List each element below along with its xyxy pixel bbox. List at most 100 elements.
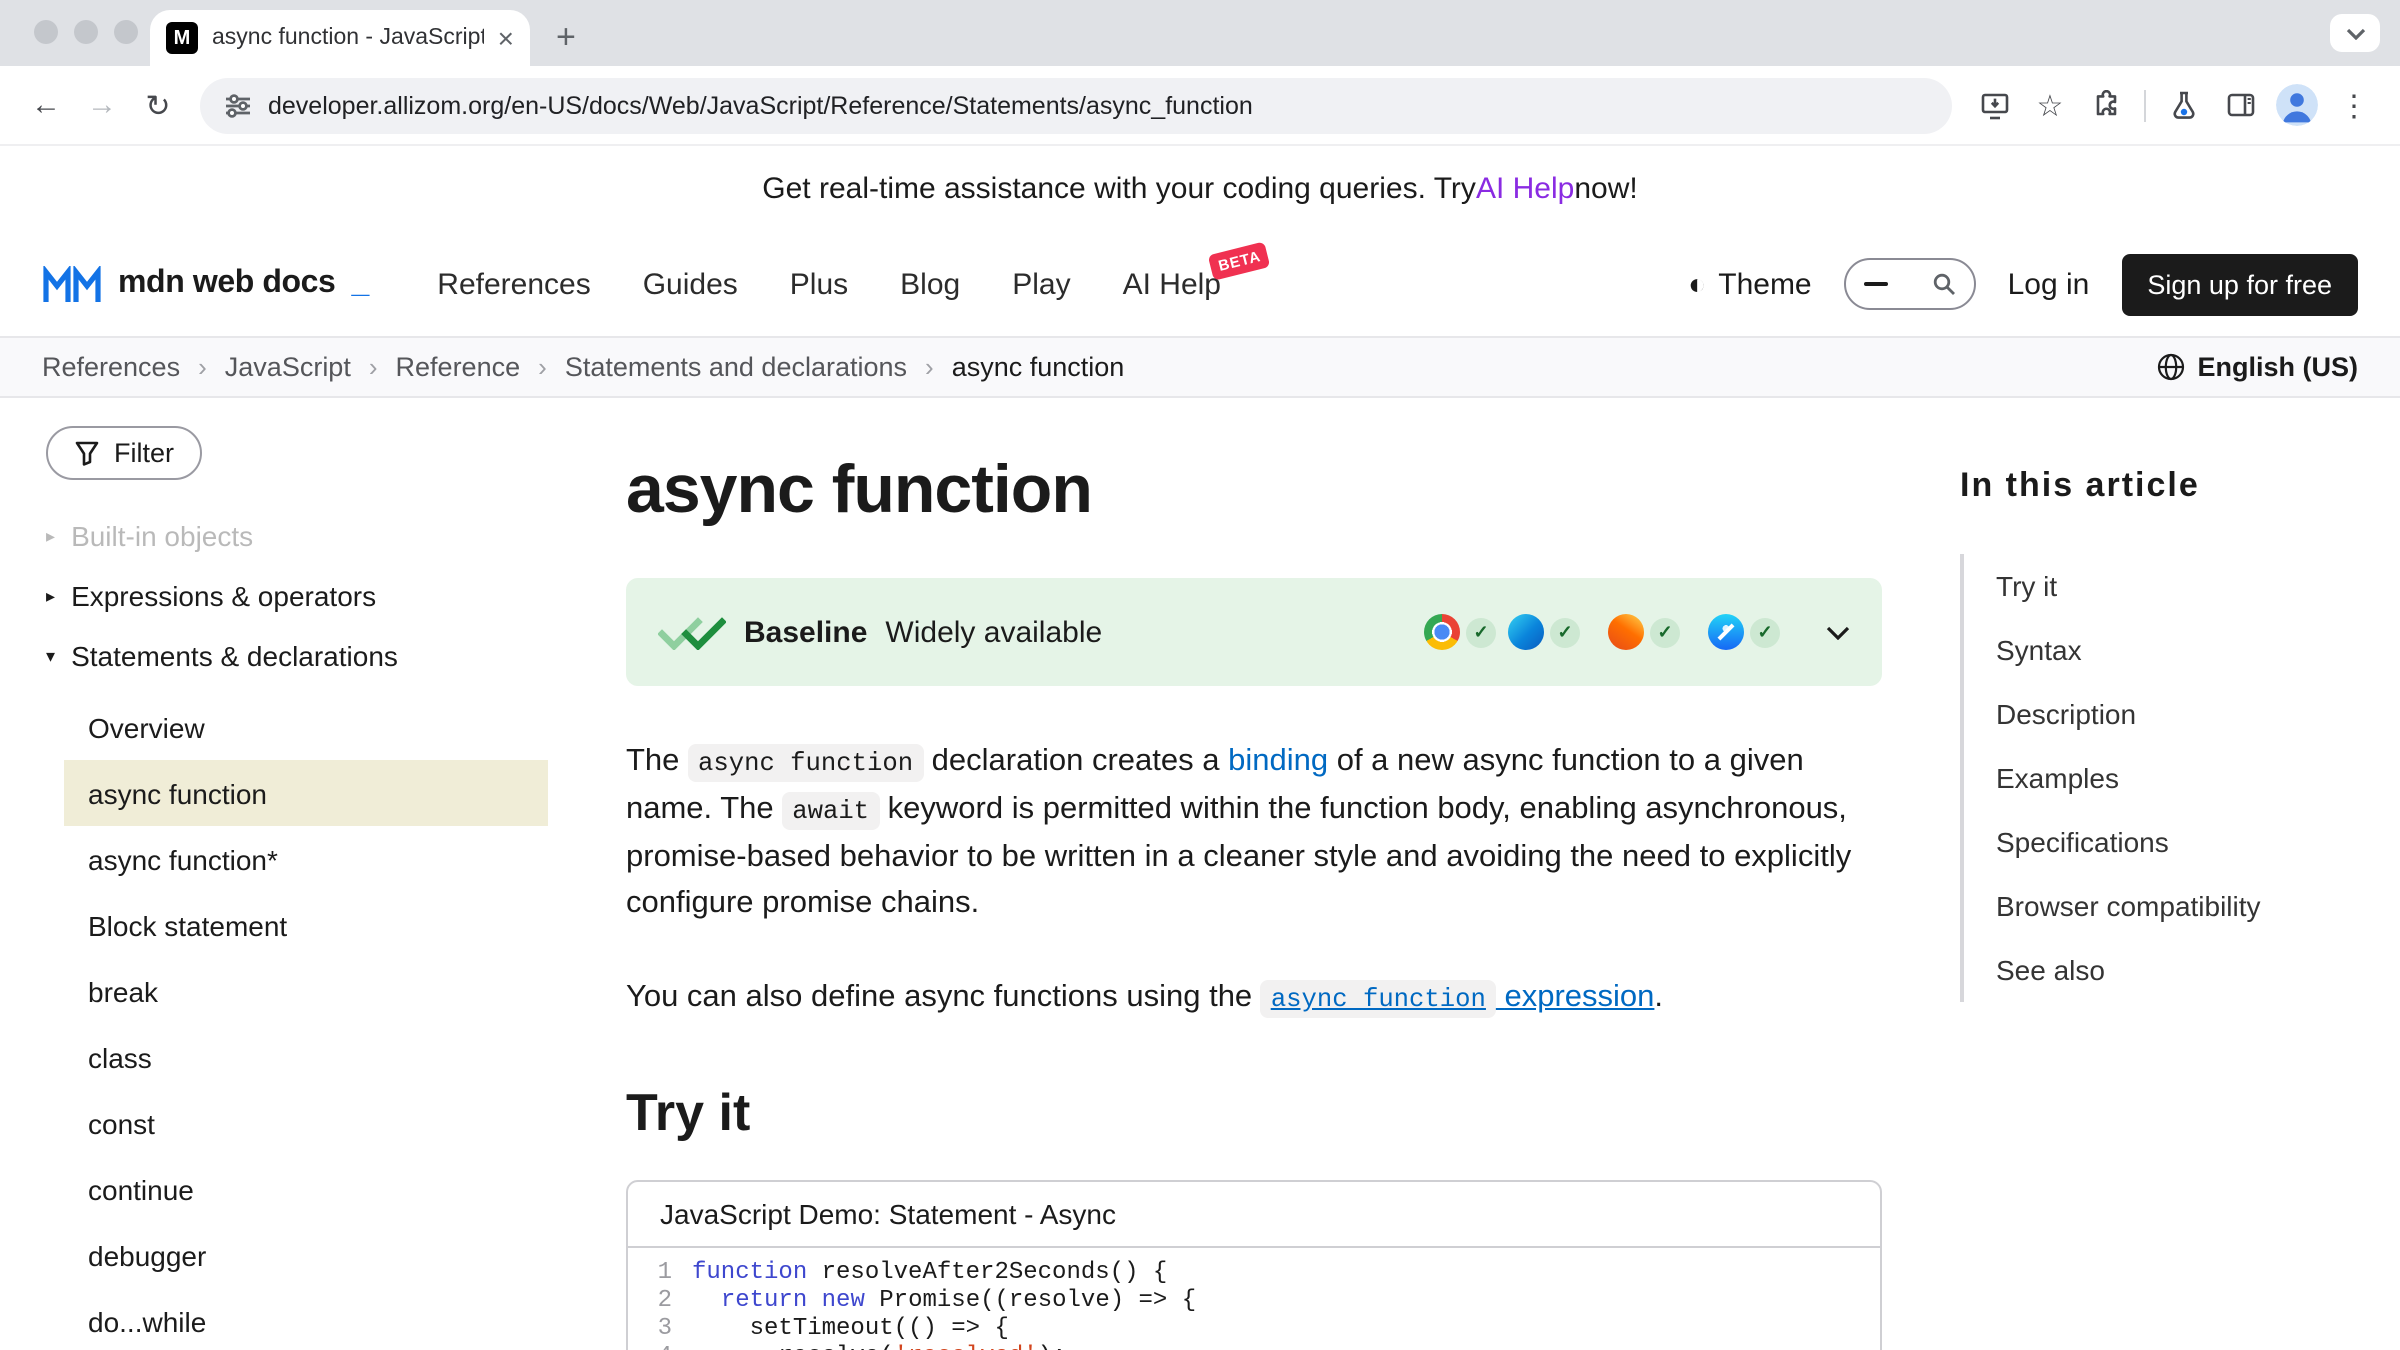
breadcrumb-current-page: async function bbox=[952, 352, 1125, 382]
paragraph-text: You can also define async functions usin… bbox=[626, 980, 1261, 1014]
paragraph-text: The bbox=[626, 744, 688, 778]
baseline-banner[interactable]: Baseline Widely available ✓ ✓ ✓ ✓ bbox=[626, 578, 1882, 686]
zoom-window-button[interactable] bbox=[114, 20, 138, 44]
promo-banner: Get real-time assistance with your codin… bbox=[0, 146, 2400, 232]
window-controls bbox=[34, 20, 138, 44]
support-check-icon: ✓ bbox=[1650, 617, 1680, 647]
chrome-labs-button[interactable] bbox=[2158, 79, 2210, 131]
firefox-icon bbox=[1608, 614, 1644, 650]
sidebar-item-do-while[interactable]: do...while bbox=[64, 1288, 548, 1350]
toc-item-see-also[interactable]: See also bbox=[1996, 954, 2105, 986]
nav-plus[interactable]: Plus bbox=[790, 267, 848, 301]
reload-button[interactable]: ↻ bbox=[132, 79, 184, 131]
filter-funnel-icon bbox=[74, 440, 100, 466]
back-button[interactable]: ← bbox=[20, 79, 72, 131]
async-function-expression-link[interactable]: async function expression bbox=[1261, 980, 1655, 1014]
sidebar-item-class[interactable]: class bbox=[64, 1024, 548, 1090]
breadcrumb-separator-icon: › bbox=[925, 352, 934, 382]
language-switcher[interactable]: English (US) bbox=[2156, 352, 2359, 382]
line-number: 1 bbox=[628, 1258, 692, 1286]
breadcrumb-javascript[interactable]: JavaScript bbox=[225, 352, 351, 382]
inline-code: async function bbox=[1261, 980, 1496, 1018]
site-info-icon[interactable] bbox=[224, 91, 252, 119]
toc-item-specifications[interactable]: Specifications bbox=[1996, 826, 2169, 858]
nav-blog[interactable]: Blog bbox=[900, 267, 960, 301]
edge-icon bbox=[1508, 614, 1544, 650]
close-window-button[interactable] bbox=[34, 20, 58, 44]
minimize-window-button[interactable] bbox=[74, 20, 98, 44]
safari-icon bbox=[1708, 614, 1744, 650]
code-editor[interactable]: 1 function resolveAfter2Seconds() { 2 re… bbox=[628, 1248, 1880, 1350]
flask-icon bbox=[2170, 90, 2198, 120]
expanded-triangle-icon: ▾ bbox=[46, 647, 55, 665]
breadcrumb-statements[interactable]: Statements and declarations bbox=[565, 352, 907, 382]
filter-button[interactable]: Filter bbox=[46, 426, 202, 480]
mdn-logo-text: mdn web docs bbox=[118, 266, 335, 302]
sidebar-item-break[interactable]: break bbox=[64, 958, 548, 1024]
sidebar-item-debugger[interactable]: debugger bbox=[64, 1222, 548, 1288]
person-icon bbox=[2276, 84, 2318, 126]
tab-search-button[interactable] bbox=[2330, 14, 2380, 52]
sidebar: Filter ▸ Built-in objects ▸ Expressions … bbox=[42, 398, 548, 1350]
beta-badge: BETA bbox=[1208, 240, 1271, 279]
support-check-icon: ✓ bbox=[1750, 617, 1780, 647]
mdn-logo[interactable]: mdn web docs_ bbox=[42, 265, 369, 303]
side-panel-button[interactable] bbox=[2214, 79, 2266, 131]
address-bar[interactable]: developer.allizom.org/en-US/docs/Web/Jav… bbox=[200, 77, 1952, 133]
extensions-button[interactable] bbox=[2080, 79, 2132, 131]
browser-support-icons: ✓ ✓ ✓ ✓ bbox=[1424, 614, 1780, 650]
support-check-icon: ✓ bbox=[1550, 617, 1580, 647]
sidebar-tree: ▸ Built-in objects ▸ Expressions & opera… bbox=[42, 506, 548, 1350]
toc-item-browser-compatibility[interactable]: Browser compatibility bbox=[1996, 890, 2261, 922]
sidebar-item-overview[interactable]: Overview bbox=[64, 694, 548, 760]
sidebar-section-expressions-operators[interactable]: ▸ Expressions & operators bbox=[42, 566, 548, 626]
install-site-button[interactable] bbox=[1968, 79, 2020, 131]
site-header: mdn web docs_ References Guides Plus Blo… bbox=[0, 232, 2400, 336]
promo-text-before: Get real-time assistance with your codin… bbox=[762, 172, 1476, 206]
ai-help-promo-link[interactable]: AI Help bbox=[1476, 172, 1574, 206]
bookmark-star-button[interactable]: ☆ bbox=[2024, 79, 2076, 131]
toc-item-try-it[interactable]: Try it bbox=[1996, 570, 2057, 602]
breadcrumb-reference[interactable]: Reference bbox=[396, 352, 521, 382]
new-tab-button[interactable]: + bbox=[556, 20, 576, 54]
theme-icon: ◐ bbox=[1688, 269, 1706, 299]
code-line: 3 setTimeout(() => { bbox=[628, 1314, 1880, 1342]
nav-play[interactable]: Play bbox=[1012, 267, 1070, 301]
toc-item-examples[interactable]: Examples bbox=[1996, 762, 2119, 794]
forward-button[interactable]: → bbox=[76, 79, 128, 131]
signup-button[interactable]: Sign up for free bbox=[2121, 253, 2358, 315]
breadcrumb-separator-icon: › bbox=[369, 352, 378, 382]
globe-icon bbox=[2156, 352, 2186, 382]
theme-button[interactable]: ◐ Theme bbox=[1688, 267, 1812, 301]
nav-guides[interactable]: Guides bbox=[643, 267, 738, 301]
sidebar-item-async-function[interactable]: async function bbox=[64, 760, 548, 826]
binding-link[interactable]: binding bbox=[1228, 744, 1328, 778]
sidebar-item-const[interactable]: const bbox=[64, 1090, 548, 1156]
breadcrumb-references[interactable]: References bbox=[42, 352, 180, 382]
toc-item-description[interactable]: Description bbox=[1996, 698, 2136, 730]
tab-close-icon[interactable]: × bbox=[498, 24, 514, 52]
browser-tab[interactable]: M async function - JavaScript | × bbox=[150, 10, 530, 66]
sidebar-section-statements-declarations[interactable]: ▾ Statements & declarations bbox=[42, 626, 548, 686]
theme-label: Theme bbox=[1718, 267, 1811, 301]
browser-menu-button[interactable]: ⋮ bbox=[2328, 79, 2380, 131]
sidebar-item-list: Overview async function async function* … bbox=[42, 694, 548, 1350]
profile-avatar[interactable] bbox=[2276, 84, 2318, 126]
search-input[interactable] bbox=[1844, 258, 1976, 310]
nav-ai-help[interactable]: AI HelpBETA bbox=[1123, 267, 1221, 301]
line-number: 3 bbox=[628, 1314, 692, 1342]
sidebar-section-built-in-objects[interactable]: ▸ Built-in objects bbox=[42, 506, 548, 566]
login-link[interactable]: Log in bbox=[2008, 267, 2090, 301]
search-icon[interactable] bbox=[1932, 272, 1956, 296]
sidebar-item-block-statement[interactable]: Block statement bbox=[64, 892, 548, 958]
sidebar-item-async-function-star[interactable]: async function* bbox=[64, 826, 548, 892]
code-line: 1 function resolveAfter2Seconds() { bbox=[628, 1258, 1880, 1286]
sidebar-section-label: Expressions & operators bbox=[71, 580, 376, 612]
chevron-down-icon[interactable] bbox=[1826, 625, 1850, 639]
nav-references[interactable]: References bbox=[437, 267, 590, 301]
main-navigation: References Guides Plus Blog Play AI Help… bbox=[437, 267, 1221, 301]
toc-item-syntax[interactable]: Syntax bbox=[1996, 634, 2082, 666]
url-text[interactable]: developer.allizom.org/en-US/docs/Web/Jav… bbox=[268, 91, 1253, 119]
sidebar-item-continue[interactable]: continue bbox=[64, 1156, 548, 1222]
toc-list: Try it Syntax Description Examples Speci… bbox=[1960, 554, 2360, 1002]
